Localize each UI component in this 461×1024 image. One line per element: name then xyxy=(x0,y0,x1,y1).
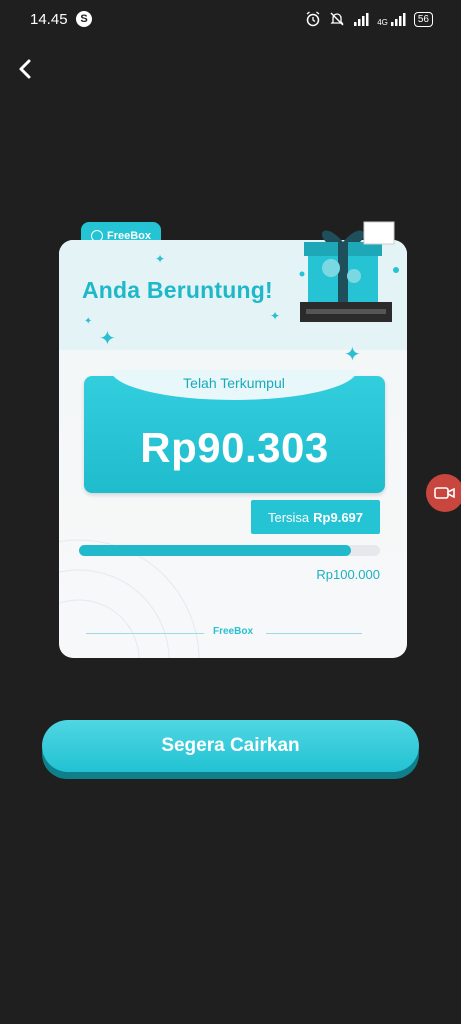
mute-icon xyxy=(330,12,344,26)
withdraw-button[interactable]: Segera Cairkan xyxy=(42,720,419,772)
footer-divider-left xyxy=(86,633,204,634)
footer-divider-right xyxy=(266,633,362,634)
system-icons: 4G 56 xyxy=(305,11,433,27)
alarm-icon xyxy=(306,11,320,27)
remaining-amount: Rp9.697 xyxy=(313,509,364,525)
remaining-badge: Tersisa Rp9.697 xyxy=(251,500,380,534)
status-bar: 14.45 S 4G 56 xyxy=(0,0,461,40)
sparkle-icon: ✦ xyxy=(155,252,166,266)
screen-record-button[interactable] xyxy=(426,474,461,512)
headline: Anda Beruntung! xyxy=(82,277,273,303)
remaining-label: Tersisa xyxy=(267,509,310,525)
collected-amount: Rp90.303 xyxy=(140,424,329,471)
chevron-left-icon xyxy=(19,59,31,79)
status-time: 14.45 xyxy=(30,11,68,28)
sparkle-icon: ✦ xyxy=(344,342,361,366)
progress-fill xyxy=(79,545,351,556)
sparkle-icon: ✦ xyxy=(99,326,116,350)
footer-brand: FreeBox xyxy=(212,626,253,637)
back-button[interactable] xyxy=(10,54,40,84)
progress-bar xyxy=(79,545,380,556)
video-camera-icon xyxy=(434,487,455,499)
target-amount: Rp100.000 xyxy=(316,567,380,582)
battery-icon: 56 xyxy=(413,11,433,27)
sparkle-icon: ✦ xyxy=(84,316,93,327)
collected-label: Telah Terkumpul xyxy=(183,375,285,391)
signal-icon xyxy=(354,13,369,26)
signal-4g-icon: 4G xyxy=(377,11,406,27)
notification-badge: S xyxy=(76,11,92,27)
sparkle-icon: ✦ xyxy=(270,309,281,323)
gift-box-illustration xyxy=(299,221,399,322)
